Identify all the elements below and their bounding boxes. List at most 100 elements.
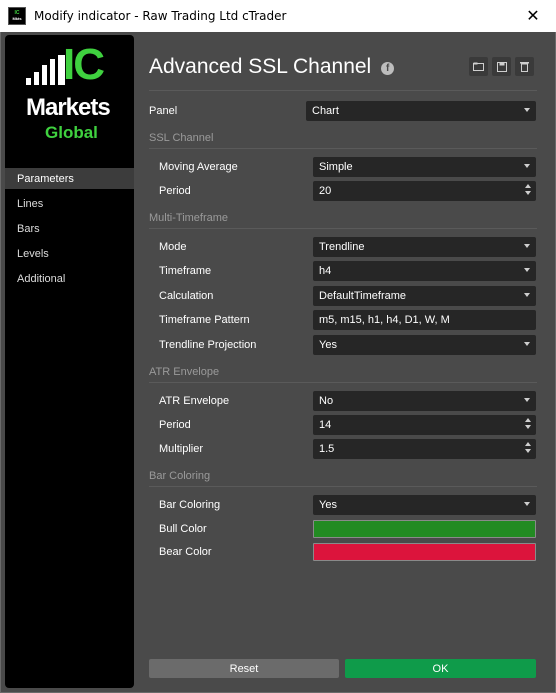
bear-color-swatch[interactable] (313, 543, 536, 561)
section-multi-timeframe: Multi-Timeframe (149, 212, 229, 224)
row-atr-envelope: ATR Envelope No (149, 391, 537, 411)
panel-header: Advanced SSL Channel f (149, 55, 395, 79)
section-bar-coloring: Bar Coloring (149, 470, 211, 482)
reset-button[interactable]: Reset (149, 659, 339, 678)
mode-value: Trendline (319, 241, 365, 253)
ctrader-app-icon: IC Mkts (8, 7, 26, 25)
row-atr-period: Period 14 (149, 415, 537, 435)
section-divider (149, 486, 537, 487)
facebook-icon[interactable]: f (381, 62, 395, 75)
row-bear-color: Bear Color (149, 542, 537, 562)
sidebar-item-additional[interactable]: Additional (5, 268, 134, 289)
bar-coloring-label: Bar Coloring (159, 499, 221, 511)
dialog-body: IC Markets Global Parameters Lines Bars … (0, 32, 556, 693)
chevron-down-icon (524, 293, 530, 297)
page-title: Advanced SSL Channel (149, 55, 372, 78)
close-button[interactable]: ✕ (510, 0, 556, 32)
row-mode: Mode Trendline (149, 237, 537, 257)
trendline-projection-value: Yes (319, 339, 337, 351)
timeframe-pattern-input[interactable]: m5, m15, h1, h4, D1, W, M (313, 310, 536, 330)
logo-global: Global (45, 123, 98, 142)
period-label: Period (159, 185, 191, 197)
row-moving-average: Moving Average Simple (149, 157, 537, 177)
period-stepper[interactable]: 20 (313, 181, 536, 201)
chevron-down-icon (524, 164, 530, 168)
chevron-down-icon (524, 244, 530, 248)
section-divider (149, 382, 537, 383)
section-divider (149, 228, 537, 229)
calculation-value: DefaultTimeframe (319, 290, 407, 302)
sidebar-item-lines[interactable]: Lines (5, 193, 134, 214)
section-ssl-channel: SSL Channel (149, 132, 214, 144)
panel-label: Panel (149, 105, 178, 117)
row-timeframe: Timeframe h4 (149, 261, 537, 281)
atr-period-stepper[interactable]: 14 (313, 415, 536, 435)
panel-select-value: Chart (312, 105, 339, 117)
parameters-panel: Advanced SSL Channel f Panel Chart SSL C… (149, 32, 539, 693)
timeframe-select[interactable]: h4 (313, 261, 536, 281)
logo-ic: IC (63, 40, 105, 89)
sidebar-item-levels[interactable]: Levels (5, 243, 134, 264)
moving-average-select[interactable]: Simple (313, 157, 536, 177)
period-value: 20 (319, 185, 332, 197)
row-period: Period 20 (149, 181, 537, 201)
header-divider (149, 90, 537, 91)
moving-average-value: Simple (319, 161, 353, 173)
spinner-icon[interactable] (525, 184, 531, 195)
timeframe-label: Timeframe (159, 265, 212, 277)
moving-average-label: Moving Average (159, 161, 238, 173)
atr-period-label: Period (159, 419, 191, 431)
spinner-icon[interactable] (525, 442, 531, 453)
row-timeframe-pattern: Timeframe Pattern m5, m15, h1, h4, D1, W… (149, 310, 537, 330)
bull-color-swatch[interactable] (313, 520, 536, 538)
row-calculation: Calculation DefaultTimeframe (149, 286, 537, 306)
bar-coloring-select[interactable]: Yes (313, 495, 536, 515)
save-icon[interactable] (492, 57, 511, 76)
sidebar-item-parameters[interactable]: Parameters (5, 168, 134, 189)
bear-color-label: Bear Color (159, 546, 212, 558)
section-divider (149, 148, 537, 149)
atr-envelope-label: ATR Envelope (159, 395, 230, 407)
atr-envelope-value: No (319, 395, 334, 407)
mode-label: Mode (159, 241, 187, 253)
chevron-down-icon (524, 108, 530, 112)
ok-button[interactable]: OK (345, 659, 536, 678)
chevron-down-icon (524, 268, 530, 272)
row-bar-coloring: Bar Coloring Yes (149, 495, 537, 515)
section-atr-envelope: ATR Envelope (149, 366, 220, 378)
window-title-bar: IC Mkts Modify indicator - Raw Trading Lt… (0, 0, 556, 32)
sidebar: IC Markets Global (5, 35, 134, 688)
logo-markets: Markets (26, 94, 111, 121)
multiplier-label: Multiplier (159, 443, 204, 455)
calculation-select[interactable]: DefaultTimeframe (313, 286, 536, 306)
multiplier-stepper[interactable]: 1.5 (313, 439, 536, 459)
atr-period-value: 14 (319, 419, 332, 431)
mode-select[interactable]: Trendline (313, 237, 536, 257)
chevron-down-icon (524, 502, 530, 506)
trendline-projection-select[interactable]: Yes (313, 335, 536, 355)
row-multiplier: Multiplier 1.5 (149, 439, 537, 459)
spinner-icon[interactable] (525, 418, 531, 429)
sidebar-nav: Parameters Lines Bars Levels Additional (5, 168, 134, 293)
chevron-down-icon (524, 342, 530, 346)
calculation-label: Calculation (159, 290, 214, 302)
ic-markets-logo: IC Markets Global (5, 35, 134, 159)
panel-select[interactable]: Chart (306, 101, 536, 121)
trash-icon[interactable] (515, 57, 534, 76)
bar-coloring-value: Yes (319, 499, 337, 511)
trendline-projection-label: Trendline Projection (159, 339, 257, 351)
row-bull-color: Bull Color (149, 519, 537, 539)
window-title: Modify indicator - Raw Trading Ltd cTrad… (34, 9, 287, 23)
folder-icon[interactable] (469, 57, 488, 76)
bull-color-label: Bull Color (159, 523, 207, 535)
row-panel: Panel Chart (149, 101, 537, 121)
atr-envelope-select[interactable]: No (313, 391, 536, 411)
timeframe-pattern-label: Timeframe Pattern (159, 314, 250, 326)
row-trendline-projection: Trendline Projection Yes (149, 335, 537, 355)
timeframe-pattern-value: m5, m15, h1, h4, D1, W, M (319, 314, 450, 326)
timeframe-value: h4 (319, 265, 332, 277)
multiplier-value: 1.5 (319, 443, 335, 455)
sidebar-item-bars[interactable]: Bars (5, 218, 134, 239)
header-actions (469, 57, 534, 76)
chevron-down-icon (524, 398, 530, 402)
